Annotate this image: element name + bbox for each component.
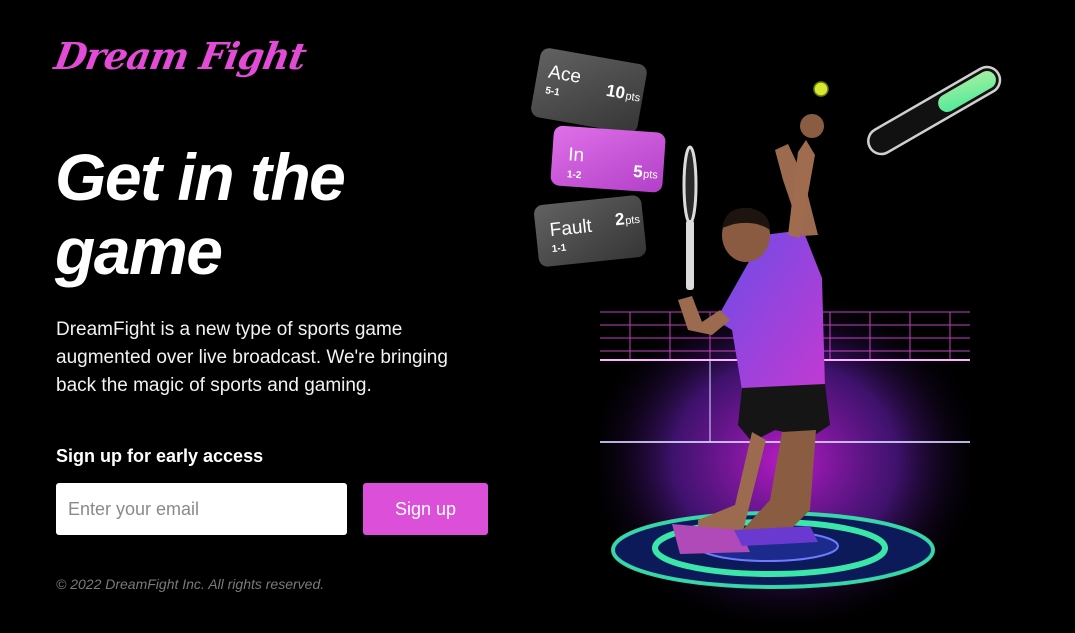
score-card-title: In [568, 144, 585, 166]
score-card-unit: pts [625, 214, 641, 228]
tennis-hero-graphic: Ace 5-1 10 pts In 1-2 5 pts Fault 1-1 2 … [531, 48, 1002, 620]
score-card-sub: 1-1 [551, 243, 567, 255]
score-card-points: 5 [633, 162, 644, 182]
tennis-racket [682, 145, 698, 290]
hero-description: DreamFight is a new type of sports game … [56, 319, 448, 396]
page-headline: Get in the game [55, 140, 346, 288]
email-input[interactable] [56, 483, 347, 535]
footer-copyright: © 2022 DreamFight Inc. All rights reserv… [56, 576, 325, 592]
score-card-unit: pts [643, 169, 659, 182]
score-card-ace: Ace 5-1 10 pts [531, 48, 647, 134]
sign-up-button[interactable]: Sign up [363, 483, 488, 535]
score-card-title: Fault [549, 216, 594, 241]
score-card-points: 10 [605, 81, 627, 103]
score-card-points: 2 [614, 209, 625, 229]
score-card-fault: Fault 1-1 2 pts [534, 195, 647, 267]
score-card-sub: 1-2 [566, 169, 582, 181]
dreamfight-logo[interactable]: Dream Fight [51, 34, 309, 78]
power-meter [867, 65, 1002, 156]
hero-illustration: Ace 5-1 10 pts In 1-2 5 pts Fault 1-1 2 … [520, 30, 1030, 625]
tennis-ball [813, 81, 829, 97]
signup-label: Sign up for early access [56, 446, 264, 466]
score-card-in: In 1-2 5 pts [550, 125, 666, 193]
